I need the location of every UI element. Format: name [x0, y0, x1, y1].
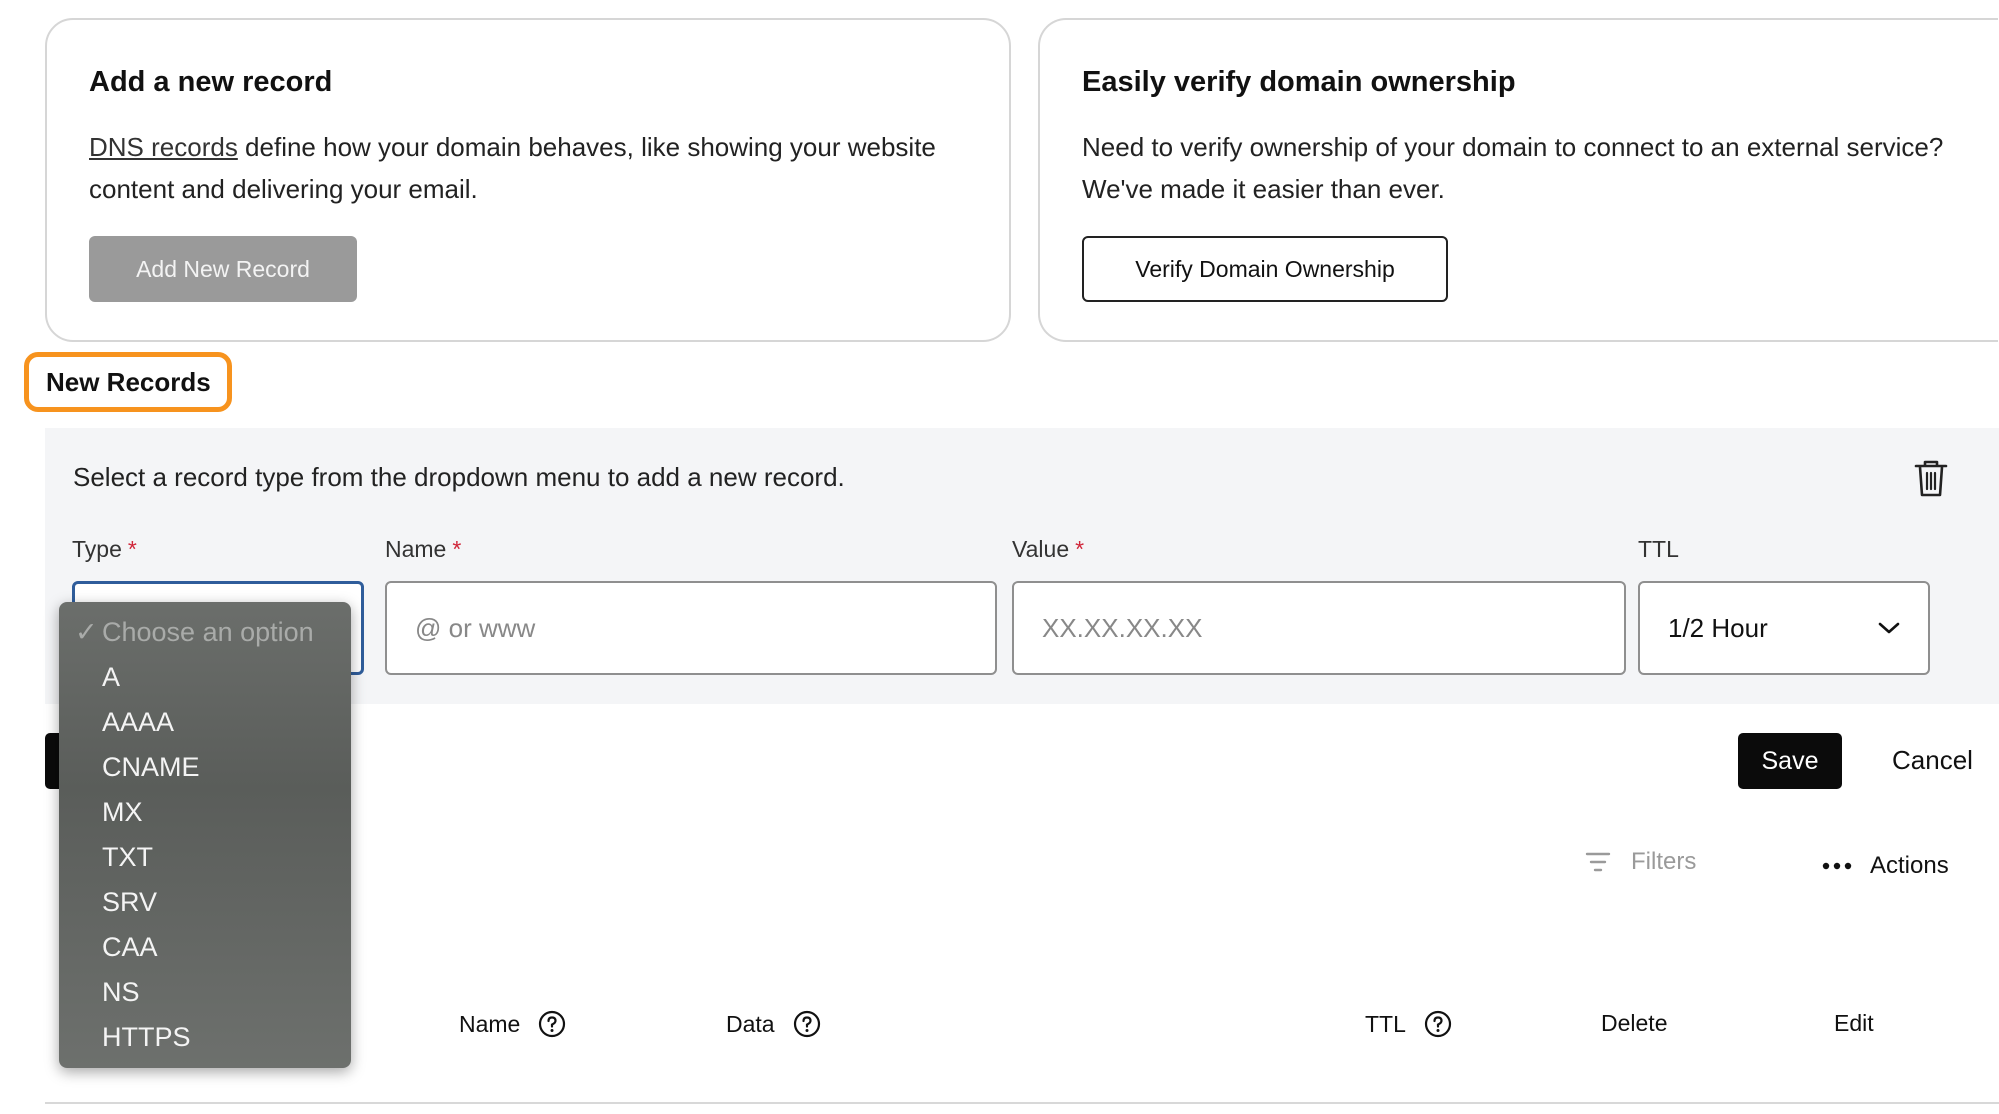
required-marker: *	[452, 536, 462, 562]
ttl-selected-value: 1/2 Hour	[1668, 612, 1768, 643]
new-records-heading: New Records	[24, 352, 232, 412]
add-record-title: Add a new record	[89, 66, 333, 98]
dns-records-link[interactable]: DNS records	[89, 132, 238, 162]
dropdown-option-ns[interactable]: NS	[59, 970, 351, 1015]
chevron-down-icon	[1878, 622, 1900, 634]
column-header-edit: Edit	[1834, 1010, 1874, 1037]
value-label-text: Value	[1012, 536, 1070, 562]
verify-domain-title: Easily verify domain ownership	[1082, 66, 1516, 98]
ttl-label-text: TTL	[1638, 536, 1679, 562]
name-input[interactable]: @ or www	[385, 581, 997, 675]
column-header-name[interactable]: Name	[459, 1010, 566, 1038]
new-record-hint: Select a record type from the dropdown m…	[73, 462, 845, 492]
value-placeholder: XX.XX.XX.XX	[1042, 612, 1203, 643]
ttl-select[interactable]: 1/2 Hour	[1638, 581, 1930, 675]
filters-button[interactable]: Filters	[1585, 848, 1696, 876]
table-divider	[45, 1102, 1999, 1104]
verify-domain-description: Need to verify ownership of your domain …	[1082, 132, 1944, 204]
column-header-delete: Delete	[1601, 1010, 1667, 1037]
name-label: Name *	[385, 536, 461, 563]
filters-label: Filters	[1631, 848, 1697, 875]
type-dropdown-menu: ✓ Choose an option A AAAA CNAME MX TXT SR…	[59, 602, 351, 1068]
dropdown-option-txt[interactable]: TXT	[59, 835, 351, 880]
checkmark-icon: ✓	[75, 617, 98, 647]
column-header-ttl[interactable]: TTL	[1365, 1010, 1452, 1038]
actions-label: Actions	[1870, 852, 1949, 879]
cancel-button[interactable]: Cancel	[1892, 745, 1973, 776]
name-placeholder: @ or www	[415, 612, 536, 643]
help-icon[interactable]	[538, 1010, 566, 1038]
dropdown-option-placeholder[interactable]: ✓ Choose an option	[59, 610, 351, 655]
column-delete-label: Delete	[1601, 1010, 1668, 1036]
dropdown-option-mx[interactable]: MX	[59, 790, 351, 835]
column-ttl-label: TTL	[1365, 1010, 1406, 1037]
column-edit-label: Edit	[1834, 1010, 1874, 1036]
name-label-text: Name	[385, 536, 447, 562]
add-record-card: Add a new record DNS records define how …	[45, 18, 1011, 342]
type-label-text: Type	[72, 536, 122, 562]
verify-domain-ownership-button[interactable]: Verify Domain Ownership	[1082, 236, 1448, 302]
dropdown-option-srv[interactable]: SRV	[59, 880, 351, 925]
required-marker: *	[1075, 536, 1085, 562]
filter-icon	[1585, 852, 1611, 872]
help-icon[interactable]	[1424, 1010, 1452, 1038]
save-button[interactable]: Save	[1738, 733, 1842, 789]
dropdown-option-aaaa[interactable]: AAAA	[59, 700, 351, 745]
verify-domain-card: Easily verify domain ownership Need to v…	[1038, 18, 1998, 342]
column-name-label: Name	[459, 1010, 521, 1037]
dropdown-option-a[interactable]: A	[59, 655, 351, 700]
type-label: Type *	[72, 536, 137, 563]
dropdown-option-cname[interactable]: CNAME	[59, 745, 351, 790]
dropdown-option-caa[interactable]: CAA	[59, 925, 351, 970]
help-icon[interactable]	[793, 1010, 821, 1038]
column-data-label: Data	[726, 1010, 775, 1037]
value-label: Value *	[1012, 536, 1084, 563]
column-header-data[interactable]: Data	[726, 1010, 821, 1038]
required-marker: *	[127, 536, 137, 562]
dropdown-placeholder-label: Choose an option	[102, 617, 314, 647]
add-new-record-button[interactable]: Add New Record	[89, 236, 357, 302]
dropdown-option-https[interactable]: HTTPS	[59, 1015, 351, 1060]
trash-icon[interactable]	[1913, 458, 1949, 498]
more-icon	[1822, 862, 1852, 870]
add-record-description: DNS records define how your domain behav…	[89, 126, 969, 210]
value-input[interactable]: XX.XX.XX.XX	[1012, 581, 1626, 675]
actions-button[interactable]: Actions	[1822, 852, 1949, 880]
ttl-label: TTL	[1638, 536, 1679, 563]
